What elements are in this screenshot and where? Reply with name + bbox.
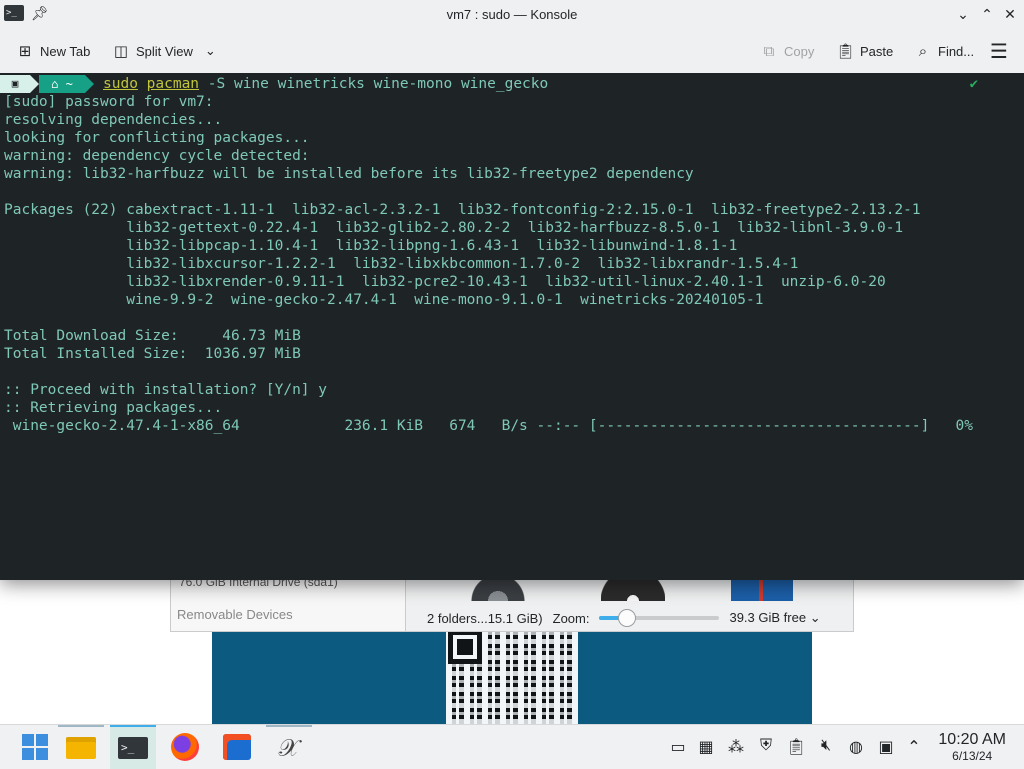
prompt-dir: ~ <box>65 77 73 91</box>
konsole-toolbar: ⊞ New Tab ◫ Split View ⌄ ⧉ Copy 📋︎ Paste… <box>0 30 1024 74</box>
terminal-line: warning: lib32-harfbuzz will be installe… <box>4 166 694 182</box>
network-icon[interactable]: ◍ <box>846 737 866 757</box>
store-icon <box>223 734 251 760</box>
terminal-line: resolving dependencies... <box>4 112 223 128</box>
success-check-icon: ✔ <box>969 76 978 92</box>
start-menu-button[interactable] <box>12 725 58 769</box>
close-button[interactable]: ✕ <box>1000 4 1020 24</box>
shield-icon[interactable]: ⛨ <box>756 737 776 755</box>
dolphin-statusbar: 2 folders...15.1 GiB) Zoom: 39.3 GiB fre… <box>427 607 849 629</box>
terminal-line: [sudo] password for vm7: <box>4 94 214 110</box>
file-thumbnails <box>431 579 851 601</box>
x-app-icon: 𝒳 <box>278 734 300 762</box>
media-player-thumbnail[interactable] <box>601 579 665 601</box>
places-panel: 76.0 GiB Internal Drive (sda1) Removable… <box>171 579 406 631</box>
minimize-button[interactable]: ⌄ <box>953 4 973 24</box>
zoom-label: Zoom: <box>552 610 590 626</box>
prompt-dir-segment: ⌂ ~ <box>39 75 94 93</box>
cmd-pacman: pacman <box>146 76 200 92</box>
terminal-line: looking for conflicting packages... <box>4 130 310 146</box>
terminal-line: wine-gecko-2.47.4-1-x86_64 236.1 KiB 674… <box>4 418 974 434</box>
prompt-line: ▣ ⌂ ~ sudo pacman -S wine winetricks win… <box>0 75 1024 93</box>
clipboard-icon[interactable]: 📋︎ <box>786 737 806 757</box>
taskbar-xwayland[interactable]: 𝒳 <box>266 725 312 769</box>
new-tab-icon: ⊞ <box>18 43 32 60</box>
window-title: vm7 : sudo — Konsole <box>446 7 578 22</box>
command-text: sudo pacman -S wine winetricks wine-mono… <box>103 75 548 93</box>
terminal-line: :: Retrieving packages... <box>4 400 223 416</box>
folder-icon <box>66 737 96 759</box>
chevron-down-icon: ⌄ <box>957 6 969 22</box>
windows-installer-thumbnail[interactable] <box>731 579 793 601</box>
terminal-line: Total Download Size: 46.73 MiB <box>4 328 301 344</box>
clock-time: 10:20 AM <box>938 731 1006 748</box>
virtual-desktop-icon[interactable]: ▦ <box>696 737 716 757</box>
windows-logo-icon <box>22 734 48 760</box>
taskbar-firefox[interactable] <box>162 725 208 769</box>
home-icon: ⌂ <box>51 77 59 91</box>
find-label: Find... <box>938 43 975 59</box>
terminal-line: lib32-gettext-0.22.4-1 lib32-glib2-2.80.… <box>4 220 904 236</box>
clock[interactable]: 10:20 AM 6/13/24 <box>938 731 1006 763</box>
volume-muted-icon[interactable]: 🔇︎ <box>816 737 836 755</box>
cmd-sudo: sudo <box>103 76 138 92</box>
display-icon[interactable]: ▣ <box>876 737 896 757</box>
firefox-icon <box>171 733 199 761</box>
window-titlebar[interactable]: >_ 📌︎ vm7 : sudo — Konsole ⌄ ⌃ ✕ <box>0 0 1024 30</box>
split-view-button[interactable]: ◫ Split View ⌄ <box>112 38 216 64</box>
places-item-internal-drive[interactable]: 76.0 GiB Internal Drive (sda1) <box>179 579 338 589</box>
terminal-line: Packages (22) cabextract-1.11-1 lib32-ac… <box>4 202 921 218</box>
terminal-line: :: Proceed with installation? [Y/n] y <box>4 382 328 398</box>
taskbar: >_ 𝒳 ▭ ▦ ⁂ ⛨ 📋︎ 🔇︎ ◍ ▣ ⌃ 10:20 AM 6/13/2… <box>0 724 1024 769</box>
copy-button[interactable]: ⧉ Copy <box>760 38 815 64</box>
chevron-up-icon: ⌃ <box>981 6 993 22</box>
chevron-down-icon: ⌄ <box>809 610 821 625</box>
terminal-icon: ▣ <box>11 77 19 90</box>
cmd-args: -S wine winetricks wine-mono wine_gecko <box>199 76 549 92</box>
zoom-slider-handle[interactable] <box>617 609 636 627</box>
copy-label: Copy <box>784 43 815 59</box>
terminal-line: warning: dependency cycle detected: <box>4 148 310 164</box>
terminal-icon: >_ <box>118 737 148 759</box>
places-section-removable-devices: Removable Devices <box>177 607 293 622</box>
zoom-slider[interactable] <box>599 609 720 627</box>
terminal-line: Total Installed Size: 1036.97 MiB <box>4 346 301 362</box>
hamburger-menu-button[interactable]: ☰ <box>990 38 1008 64</box>
kde-connect-icon[interactable]: ⁂ <box>726 737 746 757</box>
clock-date: 6/13/24 <box>952 749 993 763</box>
search-icon: ⌕ <box>918 42 928 60</box>
terminal-line: lib32-libxrender-0.9.11-1 lib32-pcre2-10… <box>4 274 886 290</box>
find-button[interactable]: ⌕ Find... <box>914 38 974 64</box>
prompt-os-segment: ▣ <box>0 75 39 93</box>
desktop-pager-icon[interactable]: ▭ <box>668 737 688 757</box>
close-icon: ✕ <box>1004 6 1016 22</box>
split-view-label: Split View <box>136 43 193 59</box>
terminal-line: lib32-libxcursor-1.2.2-1 lib32-libxkbcom… <box>4 256 799 272</box>
terminal-line: lib32-libpcap-1.10.4-1 lib32-libpng-1.6.… <box>4 238 738 254</box>
split-view-icon: ◫ <box>113 43 129 60</box>
taskbar-konsole[interactable]: >_ <box>110 725 156 769</box>
paste-label: Paste <box>860 43 894 59</box>
chevron-down-icon: ⌄ <box>204 43 216 58</box>
taskbar-dolphin[interactable] <box>58 725 104 769</box>
folder-status-text: 2 folders...15.1 GiB) <box>427 610 543 626</box>
chevron-up-icon[interactable]: ⌃ <box>904 737 924 757</box>
copy-icon: ⧉ <box>763 42 775 60</box>
paste-button[interactable]: 📋︎ Paste <box>836 38 893 64</box>
paste-icon: 📋︎ <box>836 43 856 60</box>
free-space-dropdown[interactable]: 39.3 GiB free ⌄ <box>729 610 820 626</box>
hamburger-menu-icon: ☰ <box>990 40 1008 63</box>
disc-thumbnail[interactable] <box>471 579 525 601</box>
taskbar-store[interactable] <box>214 725 260 769</box>
free-space-text: 39.3 GiB free <box>729 610 807 625</box>
dolphin-window[interactable]: 76.0 GiB Internal Drive (sda1) Removable… <box>170 578 854 632</box>
maximize-button[interactable]: ⌃ <box>977 4 997 24</box>
new-tab-button[interactable]: ⊞ New Tab <box>16 38 91 64</box>
terminal-line: wine-9.9-2 wine-gecko-2.47.4-1 wine-mono… <box>4 292 764 308</box>
konsole-window[interactable]: >_ 📌︎ vm7 : sudo — Konsole ⌄ ⌃ ✕ ⊞ New T… <box>0 0 1024 580</box>
terminal-area[interactable]: ▣ ⌂ ~ sudo pacman -S wine winetricks win… <box>0 73 1024 580</box>
new-tab-label: New Tab <box>40 43 91 59</box>
wallpaper-qr-code <box>446 628 578 724</box>
